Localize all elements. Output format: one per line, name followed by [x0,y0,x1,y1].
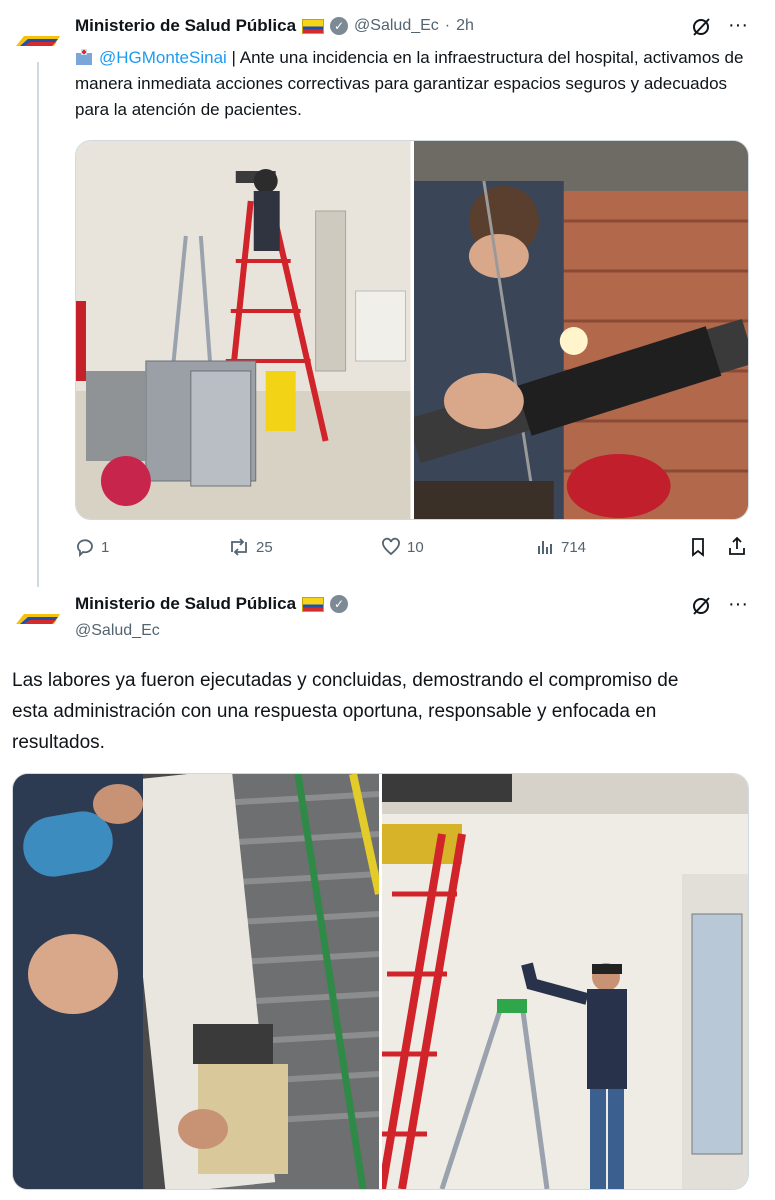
thread-line [37,62,39,587]
tweet-header: Ministerio de Salud Pública ✓ [75,594,349,614]
photo-pipe-closeup[interactable] [13,774,379,1189]
avatar[interactable] [14,32,62,50]
tweet-text: Las labores ya fueron ejecutadas y concl… [12,670,679,753]
photo-pipe-repair[interactable] [413,141,748,519]
grok-icon[interactable] [690,595,712,622]
like-button[interactable]: 10 [381,537,424,557]
author-name[interactable]: Ministerio de Salud Pública [75,16,296,36]
ecuador-flag-icon [302,18,325,34]
photo-ladder-room[interactable] [76,141,411,519]
photo-worker-ladder[interactable] [382,774,748,1189]
reply-button[interactable]: 1 [75,537,109,557]
verified-icon[interactable]: ✓ [330,595,349,613]
hospital-icon [75,47,93,65]
author-handle[interactable]: @Salud_Ec [354,17,439,35]
views-button[interactable]: 714 [535,537,586,557]
media-grid[interactable] [12,773,749,1190]
author-handle[interactable]: @Salud_Ec [75,622,160,640]
repost-icon [231,538,247,556]
post-time[interactable]: 2h [456,17,474,35]
verified-icon[interactable]: ✓ [330,17,349,35]
repost-button[interactable]: 25 [228,537,273,557]
mention-link[interactable]: @HGMonteSinai [99,48,227,67]
grok-icon[interactable] [690,16,712,43]
tweet-text: @HGMonteSinai | Ante una incidencia en l… [75,45,755,123]
avatar[interactable] [14,610,62,628]
ecuador-flag-icon [302,596,325,612]
view-count: 714 [561,538,587,556]
author-name[interactable]: Ministerio de Salud Pública [75,594,296,614]
repost-count: 25 [256,538,273,556]
reply-icon [77,539,93,557]
bookmark-icon[interactable] [688,537,708,562]
views-icon [538,541,552,554]
separator: · [444,17,451,34]
reply-count: 1 [101,538,110,556]
like-icon [382,537,400,556]
more-icon[interactable]: ··· [728,14,748,37]
like-count: 10 [407,538,424,556]
share-icon[interactable] [727,536,747,561]
tweet-header: Ministerio de Salud Pública ✓ @Salud_Ec … [75,16,474,36]
more-icon[interactable]: ··· [728,593,748,616]
media-grid[interactable] [75,140,749,520]
